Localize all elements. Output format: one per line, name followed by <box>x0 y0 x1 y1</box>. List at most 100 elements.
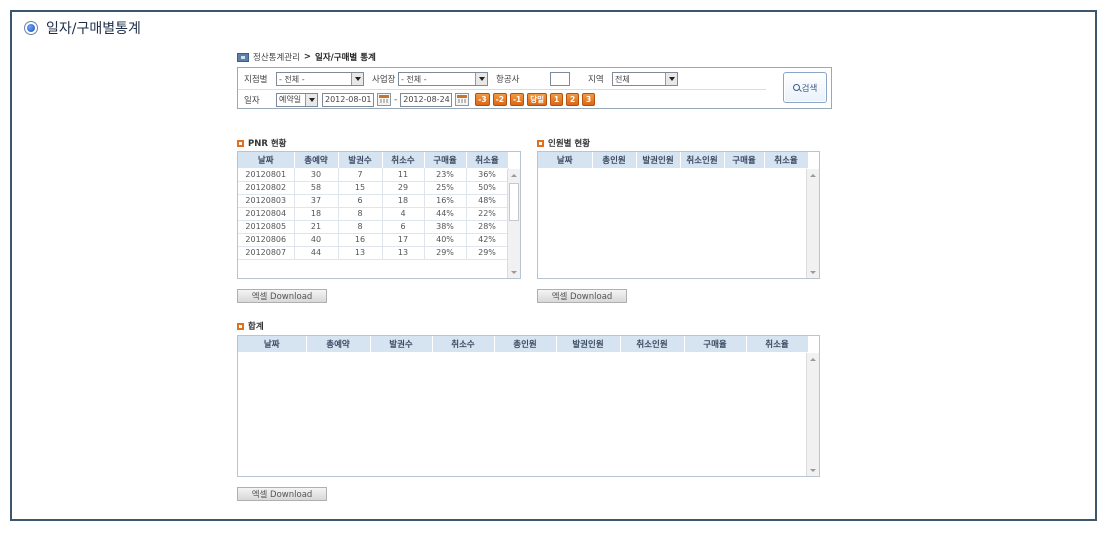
breadcrumb-current: 일자/구매별 통계 <box>315 53 376 63</box>
quick-date-minus-2-button[interactable]: -2 <box>492 93 507 106</box>
cell: 20120807 <box>238 246 295 260</box>
pnr-col-cancel[interactable]: 취소수 <box>382 152 425 168</box>
breadcrumb-separator: > <box>303 52 312 62</box>
persons-col-total[interactable]: 총인원 <box>592 152 637 168</box>
table-row[interactable]: 20120807 44 13 13 29% 29% <box>238 246 509 260</box>
date-type-select[interactable]: 예약일 <box>276 92 318 107</box>
total-col-cancel-rate[interactable]: 취소율 <box>746 336 809 352</box>
pnr-scrollbar[interactable] <box>507 169 520 278</box>
quick-date-plus-3-button[interactable]: 3 <box>582 93 596 106</box>
bullet-icon <box>237 322 244 330</box>
quick-date-minus-3-button[interactable]: -3 <box>475 93 490 106</box>
scroll-up-icon[interactable] <box>807 353 819 365</box>
cell: 20120801 <box>238 168 295 182</box>
cell: 16 <box>338 233 383 247</box>
date-type-value: 예약일 <box>279 95 302 104</box>
pnr-col-total[interactable]: 총예약 <box>294 152 339 168</box>
pnr-col-issued[interactable]: 발권수 <box>338 152 383 168</box>
office-label: 사업장 <box>372 75 396 85</box>
table-row[interactable]: 20120806 40 16 17 40% 42% <box>238 233 509 247</box>
scroll-up-icon[interactable] <box>508 169 520 181</box>
total-col-total-booking[interactable]: 총예약 <box>306 336 371 352</box>
scroll-down-icon[interactable] <box>508 266 520 278</box>
branch-select[interactable]: - 전체 - <box>276 72 364 86</box>
quick-date-today-button[interactable]: 당일 <box>527 93 548 106</box>
quick-date-plus-2-button[interactable]: 2 <box>566 93 580 106</box>
search-button[interactable]: 검색 <box>783 72 827 103</box>
total-scrollbar[interactable] <box>806 353 819 476</box>
cell: 15 <box>338 181 383 195</box>
cell: 36% <box>466 168 509 182</box>
cell: 17 <box>382 233 425 247</box>
chevron-down-icon <box>665 73 677 85</box>
pnr-col-cancel-rate[interactable]: 취소율 <box>466 152 509 168</box>
pnr-excel-download-button[interactable]: 엑셀 Download <box>237 289 327 303</box>
cell: 40% <box>424 233 467 247</box>
cell: 20120804 <box>238 207 295 221</box>
cell: 20120802 <box>238 181 295 195</box>
cell: 25% <box>424 181 467 195</box>
cell: 40 <box>294 233 339 247</box>
calendar-icon[interactable] <box>455 93 470 106</box>
cell: 20120803 <box>238 194 295 208</box>
airline-input[interactable] <box>550 72 570 86</box>
persons-col-issued[interactable]: 발권인원 <box>636 152 681 168</box>
pnr-section-title: PNR 현황 <box>237 137 287 149</box>
branch-select-value: - 전체 - <box>279 74 305 84</box>
persons-col-cancel[interactable]: 취소인원 <box>680 152 725 168</box>
table-row[interactable]: 20120801 30 7 11 23% 36% <box>238 168 509 182</box>
persons-col-purchase-rate[interactable]: 구매율 <box>724 152 765 168</box>
cell: 7 <box>338 168 383 182</box>
total-col-issued-persons[interactable]: 발권인원 <box>556 336 621 352</box>
branch-label: 지점별 <box>244 75 268 85</box>
quick-date-minus-1-button[interactable]: -1 <box>509 93 525 106</box>
total-col-cancel[interactable]: 취소수 <box>432 336 495 352</box>
cell: 18 <box>294 207 339 221</box>
folder-icon <box>237 52 249 62</box>
persons-title-text: 인원별 현황 <box>548 139 591 149</box>
pnr-table: 날짜 총예약 발권수 취소수 구매율 취소율 20120801 30 7 11 23% 3… <box>238 152 509 260</box>
table-row[interactable]: 20120804 18 8 4 44% 22% <box>238 207 509 221</box>
office-select-value: - 전체 - <box>401 74 427 84</box>
airline-label: 항공사 <box>496 75 520 85</box>
scroll-up-icon[interactable] <box>807 169 819 181</box>
pnr-col-purchase-rate[interactable]: 구매율 <box>424 152 467 168</box>
cell: 21 <box>294 220 339 234</box>
persons-header-row: 날짜 총인원 발권인원 취소인원 구매율 취소율 <box>538 152 809 168</box>
table-row[interactable]: 20120802 58 15 29 25% 50% <box>238 181 509 195</box>
total-col-cancel-persons[interactable]: 취소인원 <box>620 336 685 352</box>
region-label: 지역 <box>588 75 604 85</box>
scroll-down-icon[interactable] <box>807 266 819 278</box>
date-to-input[interactable]: 2012-08-24 <box>400 92 453 107</box>
persons-scrollbar[interactable] <box>806 169 819 278</box>
pnr-col-date[interactable]: 날짜 <box>238 152 295 168</box>
cell: 13 <box>382 246 425 260</box>
persons-col-cancel-rate[interactable]: 취소율 <box>764 152 809 168</box>
calendar-icon[interactable] <box>377 93 391 106</box>
scroll-thumb[interactable] <box>509 183 519 221</box>
cell: 6 <box>382 220 425 234</box>
total-col-purchase-rate[interactable]: 구매율 <box>684 336 747 352</box>
table-row[interactable]: 20120805 21 8 6 38% 28% <box>238 220 509 234</box>
breadcrumb-parent[interactable]: 정산통계관리 <box>253 51 300 63</box>
total-section-title: 합계 <box>237 320 264 332</box>
search-button-label: 검색 <box>801 83 818 94</box>
cell: 29% <box>424 246 467 260</box>
date-from-input[interactable]: 2012-08-01 <box>322 92 374 107</box>
total-col-issued[interactable]: 발권수 <box>370 336 433 352</box>
region-select[interactable]: 전체 <box>612 72 678 86</box>
persons-section-title: 인원별 현황 <box>537 137 590 149</box>
cell: 29% <box>466 246 509 260</box>
persons-excel-download-button[interactable]: 엑셀 Download <box>537 289 627 303</box>
page-title: 일자/구매별통계 <box>46 21 141 37</box>
office-select[interactable]: - 전체 - <box>398 72 488 86</box>
persons-col-date[interactable]: 날짜 <box>538 152 593 168</box>
search-row-2: 일자 예약일 2012-08-01 - 2012-08-24 -3 -2 -1 … <box>238 89 766 109</box>
total-excel-download-button[interactable]: 엑셀 Download <box>237 487 327 501</box>
scroll-down-icon[interactable] <box>807 464 819 476</box>
table-row[interactable]: 20120803 37 6 18 16% 48% <box>238 194 509 208</box>
total-col-total-persons[interactable]: 총인원 <box>494 336 557 352</box>
total-col-date[interactable]: 날짜 <box>238 336 307 352</box>
cell: 18 <box>382 194 425 208</box>
quick-date-plus-1-button[interactable]: 1 <box>550 93 564 106</box>
